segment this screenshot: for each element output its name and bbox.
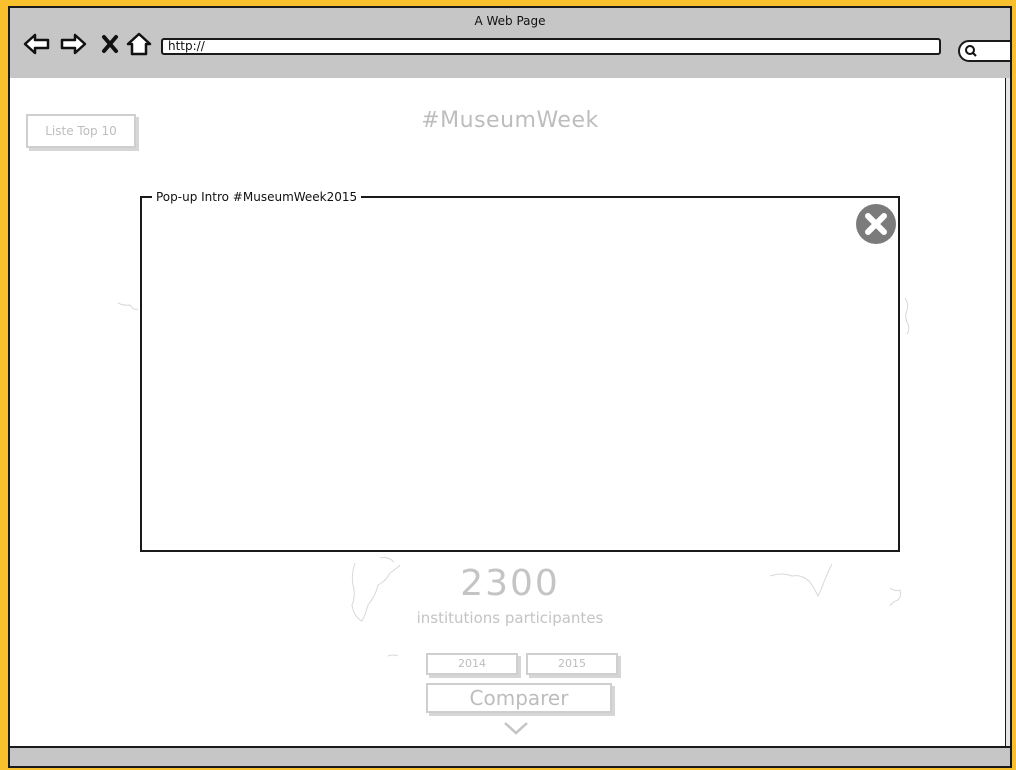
compare-button[interactable]: Comparer [426,683,612,713]
browser-toolbar: A Web Page http:// [10,8,1010,80]
year-2015-button[interactable]: 2015 [526,653,618,675]
stop-x-icon[interactable] [96,32,126,56]
participants-count: 2300 [460,563,560,604]
year-2014-button[interactable]: 2014 [426,653,518,675]
home-icon[interactable] [124,32,154,56]
url-input[interactable]: http:// [161,38,941,55]
participants-label: institutions participantes [416,609,604,627]
vertical-scrollbar[interactable] [1005,78,1010,746]
window-title: A Web Page [474,14,546,28]
close-circle-icon[interactable] [854,202,898,246]
browser-search-field[interactable] [958,40,1010,62]
chevron-down-icon[interactable] [502,720,530,736]
intro-popup: Pop-up Intro #MuseumWeek2015 [140,189,900,552]
page-title: #MuseumWeek [421,108,599,133]
browser-window: A Web Page http:// #MuseumWeek Liste Top… [8,6,1012,768]
status-bar [10,746,1010,766]
popup-title: Pop-up Intro #MuseumWeek2015 [152,189,362,205]
liste-top-10-button[interactable]: Liste Top 10 [26,114,136,148]
back-arrow-icon[interactable] [22,32,52,56]
page-content: #MuseumWeek Liste Top 10 2300 institutio… [10,78,1010,746]
forward-arrow-icon[interactable] [58,32,88,56]
search-icon [965,45,977,57]
